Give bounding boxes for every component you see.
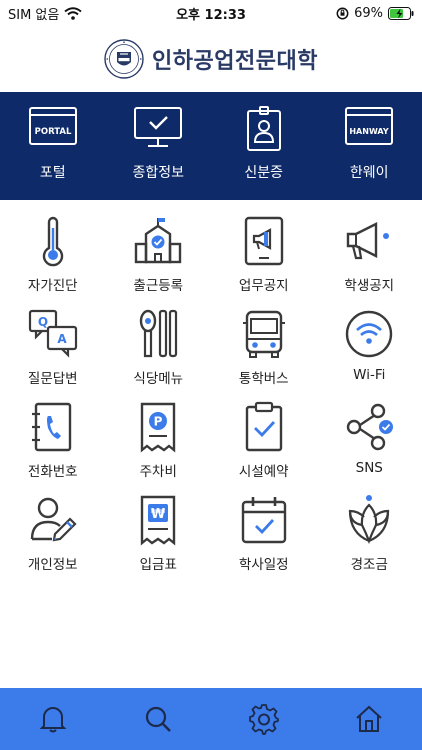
menu-work-notice-label: 업무공지 bbox=[238, 278, 289, 294]
status-right: 69% bbox=[336, 6, 414, 21]
menu-personal-info-label: 개인정보 bbox=[27, 557, 78, 573]
top-nav-portal-label: 포털 bbox=[39, 165, 66, 181]
gear-icon bbox=[248, 704, 279, 735]
menu-academic-calendar[interactable]: 학사일정 bbox=[211, 489, 317, 582]
menu-sns-label: SNS bbox=[355, 460, 383, 476]
menu-deposit-slip[interactable]: ₩ 입금표 bbox=[106, 489, 212, 582]
menu-student-notice[interactable]: 학생공지 bbox=[317, 210, 422, 303]
tab-notifications[interactable] bbox=[0, 688, 106, 750]
svg-text:₩: ₩ bbox=[151, 507, 166, 522]
menu-shuttle-bus-label: 통학버스 bbox=[238, 371, 289, 387]
megaphone-tablet-icon bbox=[244, 216, 283, 266]
top-nav-info-label: 종합정보 bbox=[132, 165, 185, 181]
menu-shuttle-bus[interactable]: 통학버스 bbox=[211, 303, 317, 396]
battery-percent: 69% bbox=[354, 5, 383, 21]
phone-book-icon bbox=[31, 402, 71, 452]
megaphone-icon bbox=[347, 222, 390, 260]
tab-search[interactable] bbox=[106, 688, 212, 750]
menu-parking-label: 주차비 bbox=[139, 464, 177, 480]
orientation-lock-icon bbox=[336, 7, 349, 19]
menu-attendance-label: 출근등록 bbox=[133, 278, 184, 294]
menu-academic-calendar-label: 학사일정 bbox=[238, 557, 289, 573]
menu-attendance[interactable]: 출근등록 bbox=[106, 210, 212, 303]
menu-personal-info[interactable]: 개인정보 bbox=[0, 489, 106, 582]
top-nav-hanway[interactable]: HANWAY 한웨이 bbox=[317, 92, 422, 200]
wifi-signal-icon bbox=[64, 6, 82, 20]
hanway-icon-text: HANWAY bbox=[350, 127, 389, 136]
portal-monitor-icon: PORTAL bbox=[28, 107, 77, 145]
menu-wifi[interactable]: Wi-Fi bbox=[317, 303, 422, 396]
status-left: SIM 없음 bbox=[8, 4, 82, 23]
menu-cafeteria-label: 식당메뉴 bbox=[133, 371, 184, 387]
search-icon bbox=[146, 706, 172, 732]
share-icon bbox=[347, 403, 394, 451]
menu-phone-book[interactable]: 전화번호 bbox=[0, 396, 106, 489]
parking-receipt-icon: P bbox=[141, 402, 176, 453]
carrier-text: SIM 없음 bbox=[8, 7, 60, 23]
bottom-tab-bar bbox=[0, 688, 422, 750]
status-bar: SIM 없음 오후 12:33 69% bbox=[0, 0, 422, 26]
college-seal-logo bbox=[104, 39, 144, 79]
menu-self-diagnosis[interactable]: 자가진단 bbox=[0, 210, 106, 303]
menu-self-diagnosis-label: 자가진단 bbox=[27, 278, 78, 294]
calendar-check-icon bbox=[241, 497, 286, 544]
menu-wifi-label: Wi-Fi bbox=[353, 367, 386, 383]
qa-bubbles-icon: Q A bbox=[28, 309, 77, 358]
bell-icon bbox=[39, 707, 67, 733]
won-receipt-icon: ₩ bbox=[141, 495, 176, 546]
svg-text:A: A bbox=[57, 332, 67, 346]
menu-cafeteria[interactable]: 식당메뉴 bbox=[106, 303, 212, 396]
menu-parking[interactable]: P 주차비 bbox=[106, 396, 212, 489]
user-edit-icon bbox=[30, 497, 77, 542]
menu-condolence-money-label: 경조금 bbox=[350, 557, 388, 573]
menu-condolence-money[interactable]: 경조금 bbox=[317, 489, 422, 582]
thermometer-icon bbox=[42, 216, 63, 267]
svg-text:Q: Q bbox=[38, 315, 48, 329]
hanway-monitor-icon: HANWAY bbox=[345, 107, 394, 145]
app-header: 인하공업전문대학 bbox=[0, 26, 422, 92]
menu-qna-label: 질문답변 bbox=[27, 371, 78, 387]
menu-sns[interactable]: SNS bbox=[317, 396, 422, 489]
portal-icon-text: PORTAL bbox=[34, 127, 71, 137]
id-badge-icon bbox=[246, 106, 281, 151]
checked-monitor-icon bbox=[134, 107, 183, 147]
battery-charging-icon bbox=[388, 6, 414, 20]
top-nav-portal[interactable]: PORTAL 포털 bbox=[0, 92, 106, 200]
clipboard-check-icon bbox=[245, 401, 282, 452]
flower-icon bbox=[349, 495, 390, 545]
menu-facility-booking[interactable]: 시설예약 bbox=[211, 396, 317, 489]
menu-deposit-slip-label: 입금표 bbox=[139, 557, 177, 573]
menu-work-notice[interactable]: 업무공지 bbox=[211, 210, 317, 303]
tab-settings[interactable] bbox=[211, 688, 317, 750]
tab-home[interactable] bbox=[317, 688, 422, 750]
home-icon bbox=[356, 705, 382, 732]
top-nav-id-card[interactable]: 신분증 bbox=[211, 92, 317, 200]
building-check-icon bbox=[135, 218, 182, 264]
bus-icon bbox=[242, 310, 285, 358]
college-name: 인하공업전문대학 bbox=[152, 49, 318, 74]
menu-student-notice-label: 학생공지 bbox=[344, 278, 395, 294]
top-nav-info[interactable]: 종합정보 bbox=[106, 92, 212, 200]
svg-text:P: P bbox=[154, 415, 163, 429]
top-nav-id-card-label: 신분증 bbox=[244, 165, 284, 181]
top-nav-hanway-label: 한웨이 bbox=[349, 165, 389, 181]
menu-phone-book-label: 전화번호 bbox=[27, 464, 78, 480]
menu-facility-booking-label: 시설예약 bbox=[238, 464, 289, 480]
menu-grid: 자가진단 출근등록 업무공지 학생공지 Q A 질문답변 식당메뉴 통학버스 W… bbox=[0, 210, 422, 582]
wifi-icon bbox=[346, 310, 393, 358]
cutlery-icon bbox=[140, 309, 178, 358]
menu-qna[interactable]: Q A 질문답변 bbox=[0, 303, 106, 396]
top-nav: PORTAL 포털 종합정보 신분증 HANWAY 한웨이 bbox=[0, 92, 422, 200]
